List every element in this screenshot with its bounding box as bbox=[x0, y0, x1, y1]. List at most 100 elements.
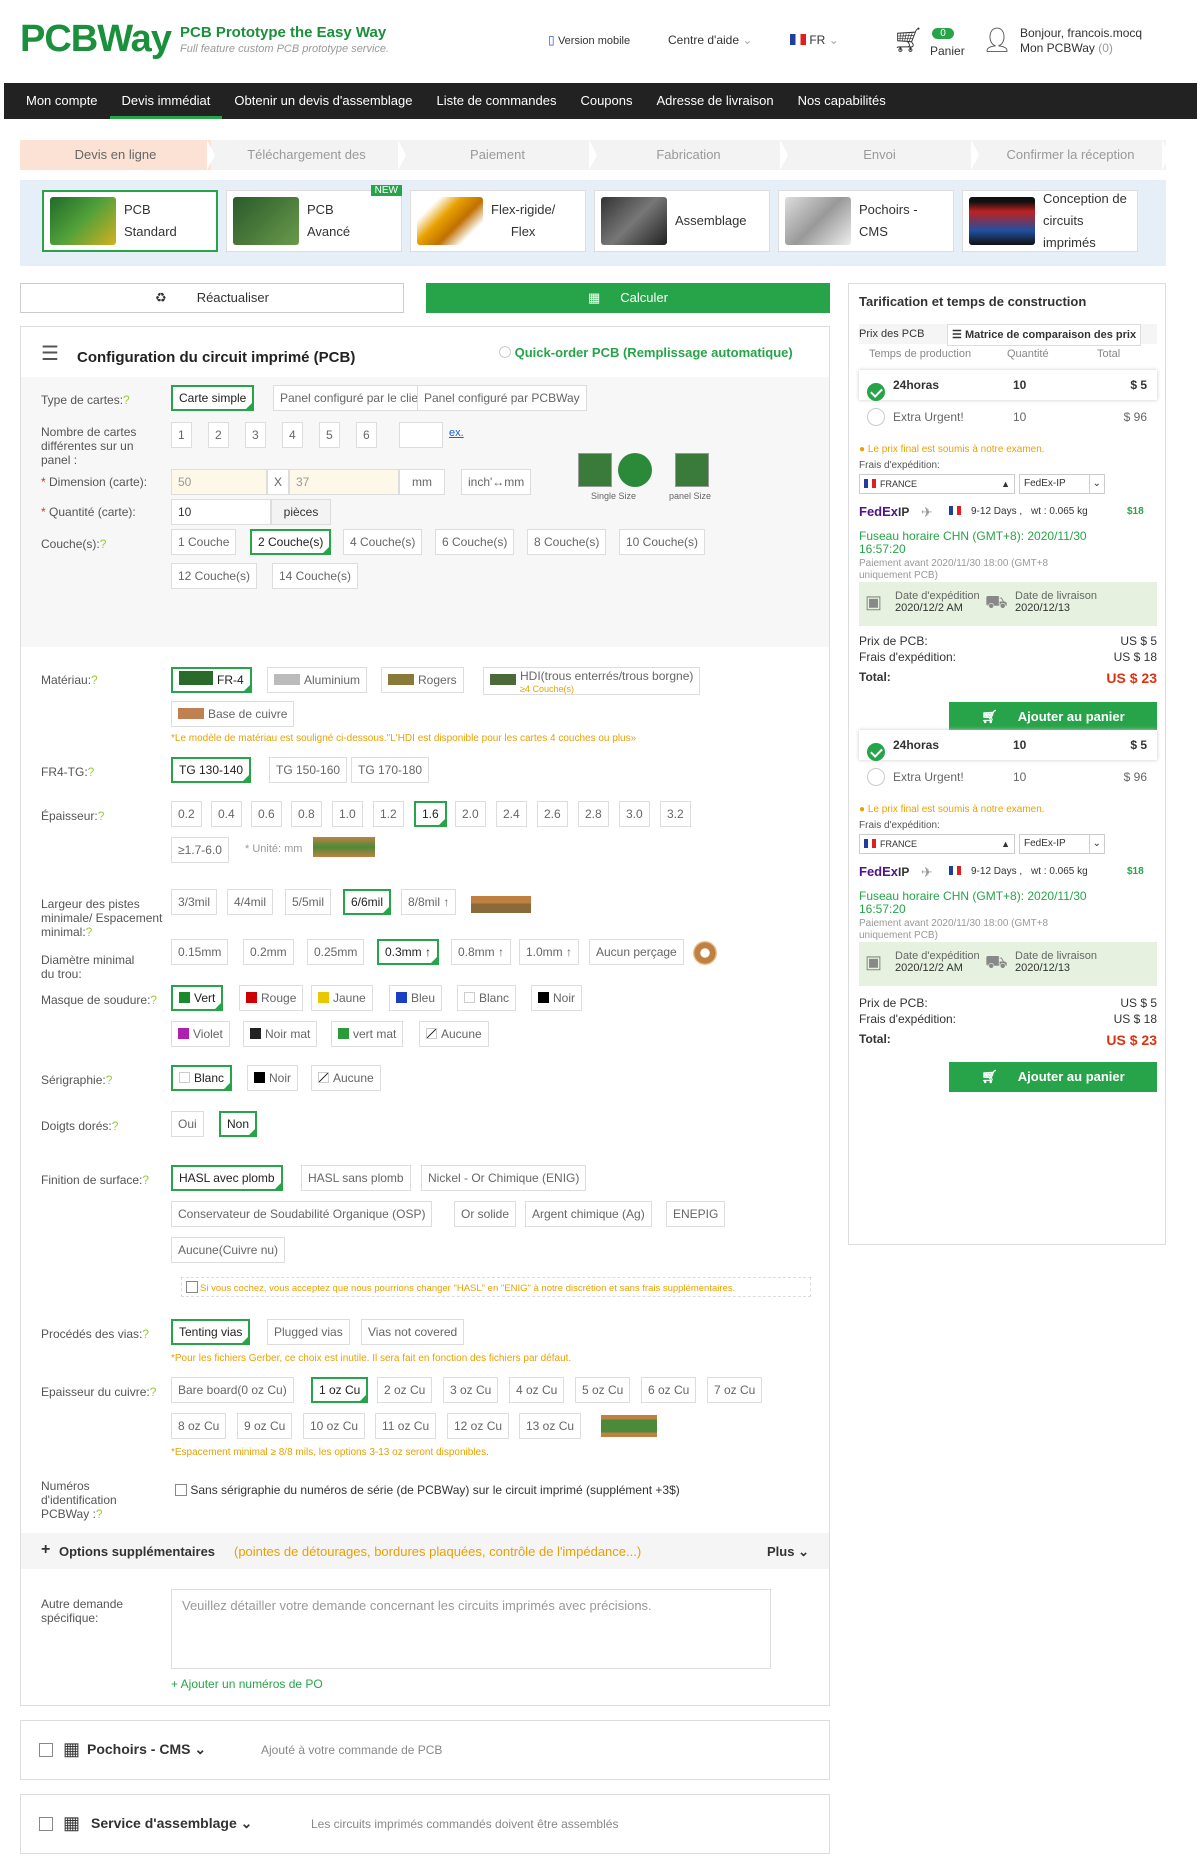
gold-fingers-yes[interactable]: Oui bbox=[171, 1111, 204, 1137]
nb-designs-1[interactable]: 1 bbox=[171, 422, 192, 448]
price-row-urgent-2[interactable]: Extra Urgent! 10 $ 96 bbox=[859, 762, 1157, 792]
track-6mil[interactable]: 6/6mil bbox=[343, 889, 392, 915]
nav-instant-quote[interactable]: Devis immédiat bbox=[109, 83, 223, 119]
track-5mil[interactable]: 5/5mil bbox=[285, 889, 332, 915]
layers-14[interactable]: 14 Couche(s) bbox=[272, 563, 359, 589]
copper-9oz[interactable]: 9 oz Cu bbox=[237, 1413, 293, 1439]
nav-orders[interactable]: Liste de commandes bbox=[425, 83, 569, 119]
finish-bare-copper[interactable]: Aucune(Cuivre nu) bbox=[171, 1237, 286, 1263]
mask-matte-green[interactable]: vert mat bbox=[331, 1021, 404, 1047]
tg-170[interactable]: TG 170-180 bbox=[351, 757, 430, 783]
copper-3oz[interactable]: 3 oz Cu bbox=[443, 1377, 499, 1403]
product-assembly[interactable]: Assemblage bbox=[594, 190, 770, 252]
thickness-2.6[interactable]: 2.6 bbox=[537, 801, 568, 827]
thickness-2.4[interactable]: 2.4 bbox=[496, 801, 527, 827]
nav-shipping-address[interactable]: Adresse de livraison bbox=[645, 83, 786, 119]
copper-4oz[interactable]: 4 oz Cu bbox=[509, 1377, 565, 1403]
nav-capabilities[interactable]: Nos capabilités bbox=[786, 83, 898, 119]
pcbway-id-option[interactable]: Sans sérigraphie du numéros de série (de… bbox=[175, 1483, 680, 1497]
copper-1oz[interactable]: 1 oz Cu bbox=[311, 1377, 369, 1403]
refresh-button[interactable]: ♻ Réactualiser bbox=[20, 283, 404, 313]
board-type-single[interactable]: Carte simple bbox=[171, 385, 255, 411]
copper-7oz[interactable]: 7 oz Cu bbox=[707, 1377, 763, 1403]
nb-designs-4[interactable]: 4 bbox=[282, 422, 303, 448]
copper-bare[interactable]: Bare board(0 oz Cu) bbox=[171, 1377, 294, 1403]
more-toggle[interactable]: Plus ⌄ bbox=[767, 1544, 809, 1560]
product-stencil[interactable]: Pochoirs - CMS bbox=[778, 190, 954, 252]
dimension-height-input[interactable]: 37 bbox=[289, 469, 399, 495]
via-not-covered[interactable]: Vias not covered bbox=[361, 1319, 465, 1345]
mobile-version-link[interactable]: ▯ Version mobile bbox=[548, 33, 630, 47]
thickness-custom[interactable]: ≥1.7-6.0 bbox=[171, 837, 229, 863]
tg-130[interactable]: TG 130-140 bbox=[171, 757, 252, 783]
assembly-title[interactable]: Service d'assemblage ⌄ bbox=[91, 1815, 252, 1832]
finish-hasl-lead[interactable]: HASL avec plomb bbox=[171, 1165, 283, 1191]
product-advanced-pcb[interactable]: PCB Avancé NEW bbox=[226, 185, 402, 252]
finish-silver[interactable]: Argent chimique (Ag) bbox=[525, 1201, 652, 1227]
stencil-checkbox[interactable] bbox=[39, 1743, 53, 1757]
copper-11oz[interactable]: 11 oz Cu bbox=[375, 1413, 437, 1439]
gold-fingers-no[interactable]: Non bbox=[219, 1111, 258, 1137]
price-matrix-button[interactable]: ☰ Matrice de comparaison des prix bbox=[947, 324, 1142, 346]
calculate-button[interactable]: ▦ Calculer bbox=[426, 283, 830, 313]
thickness-1.0[interactable]: 1.0 bbox=[332, 801, 363, 827]
inch-mm-toggle[interactable]: inch'↔mm bbox=[461, 469, 532, 495]
copper-6oz[interactable]: 6 oz Cu bbox=[641, 1377, 697, 1403]
silk-white[interactable]: Blanc bbox=[171, 1065, 233, 1091]
mask-yellow[interactable]: Jaune bbox=[311, 985, 373, 1011]
product-pcb-design[interactable]: Conception de circuits imprimés bbox=[962, 190, 1138, 252]
track-3mil[interactable]: 3/3mil bbox=[171, 889, 218, 915]
pcbway-id-checkbox[interactable] bbox=[175, 1484, 187, 1496]
help-center-link[interactable]: Centre d'aide ⌄ bbox=[668, 33, 752, 47]
urgent-radio[interactable] bbox=[867, 408, 885, 426]
material-aluminium[interactable]: Aluminium bbox=[267, 667, 368, 693]
carrier-select-2[interactable]: FedEx-IP ⌄ bbox=[1019, 834, 1105, 854]
country-select[interactable]: FRANCE ▲ bbox=[859, 474, 1015, 494]
hole-0.25[interactable]: 0.25mm bbox=[307, 939, 365, 965]
tg-150[interactable]: TG 150-160 bbox=[269, 757, 348, 783]
mask-matte-black[interactable]: Noir mat bbox=[243, 1021, 318, 1047]
material-fr4[interactable]: FR-4 bbox=[171, 667, 252, 693]
thickness-0.8[interactable]: 0.8 bbox=[291, 801, 322, 827]
layers-4[interactable]: 4 Couche(s) bbox=[343, 529, 423, 555]
nav-assembly-quote[interactable]: Obtenir un devis d'assemblage bbox=[222, 83, 424, 119]
track-4mil[interactable]: 4/4mil bbox=[227, 889, 274, 915]
dimension-width-input[interactable]: 50 bbox=[171, 469, 267, 495]
hole-0.3[interactable]: 0.3mm ↑ bbox=[377, 939, 440, 965]
assembly-checkbox[interactable] bbox=[39, 1817, 53, 1831]
hole-0.8[interactable]: 0.8mm ↑ bbox=[451, 939, 512, 965]
hole-1.0[interactable]: 1.0mm ↑ bbox=[519, 939, 580, 965]
thickness-1.2[interactable]: 1.2 bbox=[373, 801, 404, 827]
material-copper-base[interactable]: Base de cuivre bbox=[171, 701, 295, 727]
hole-0.15[interactable]: 0.15mm bbox=[171, 939, 229, 965]
nav-my-account[interactable]: Mon compte bbox=[14, 83, 110, 119]
finish-osp[interactable]: Conservateur de Soudabilité Organique (O… bbox=[171, 1201, 433, 1227]
mask-red[interactable]: Rouge bbox=[239, 985, 304, 1011]
thickness-2.0[interactable]: 2.0 bbox=[455, 801, 486, 827]
nav-coupons[interactable]: Coupons bbox=[568, 83, 644, 119]
country-select-2[interactable]: FRANCE ▲ bbox=[859, 834, 1015, 854]
silk-black[interactable]: Noir bbox=[247, 1065, 299, 1091]
thickness-1.6[interactable]: 1.6 bbox=[414, 801, 447, 827]
nb-designs-5[interactable]: 5 bbox=[319, 422, 340, 448]
thickness-0.6[interactable]: 0.6 bbox=[251, 801, 282, 827]
hole-none[interactable]: Aucun perçage bbox=[589, 939, 684, 965]
quick-order-radio[interactable]: Quick-order PCB (Remplissage automatique… bbox=[499, 345, 793, 360]
board-type-panel-client[interactable]: Panel configuré par le client bbox=[273, 385, 436, 411]
finish-consent-checkbox[interactable] bbox=[186, 1281, 198, 1293]
copper-12oz[interactable]: 12 oz Cu bbox=[447, 1413, 510, 1439]
add-to-cart-button-2[interactable]: 🛒︎ Ajouter au panier bbox=[949, 1062, 1157, 1092]
product-standard-pcb[interactable]: PCB Standard bbox=[42, 190, 218, 252]
nb-designs-3[interactable]: 3 bbox=[245, 422, 266, 448]
nb-designs-example-link[interactable]: ex. bbox=[449, 427, 464, 439]
thickness-2.8[interactable]: 2.8 bbox=[578, 801, 609, 827]
board-type-panel-pcbway[interactable]: Panel configuré par PCBWay bbox=[417, 385, 587, 411]
material-hdi[interactable]: HDI(trous enterrés/trous borgne) ≥4 Couch… bbox=[483, 667, 701, 695]
finish-enig[interactable]: Nickel - Or Chimique (ENIG) bbox=[421, 1165, 587, 1191]
user-icon[interactable]: 👤︎ bbox=[982, 26, 1012, 55]
layers-12[interactable]: 12 Couche(s) bbox=[171, 563, 258, 589]
price-row-standard[interactable]: 24horas 10 $ 5 bbox=[859, 370, 1157, 401]
nb-designs-2[interactable]: 2 bbox=[208, 422, 229, 448]
price-row-standard-2[interactable]: 24horas 10 $ 5 bbox=[859, 730, 1157, 761]
nb-designs-input[interactable] bbox=[399, 422, 443, 448]
